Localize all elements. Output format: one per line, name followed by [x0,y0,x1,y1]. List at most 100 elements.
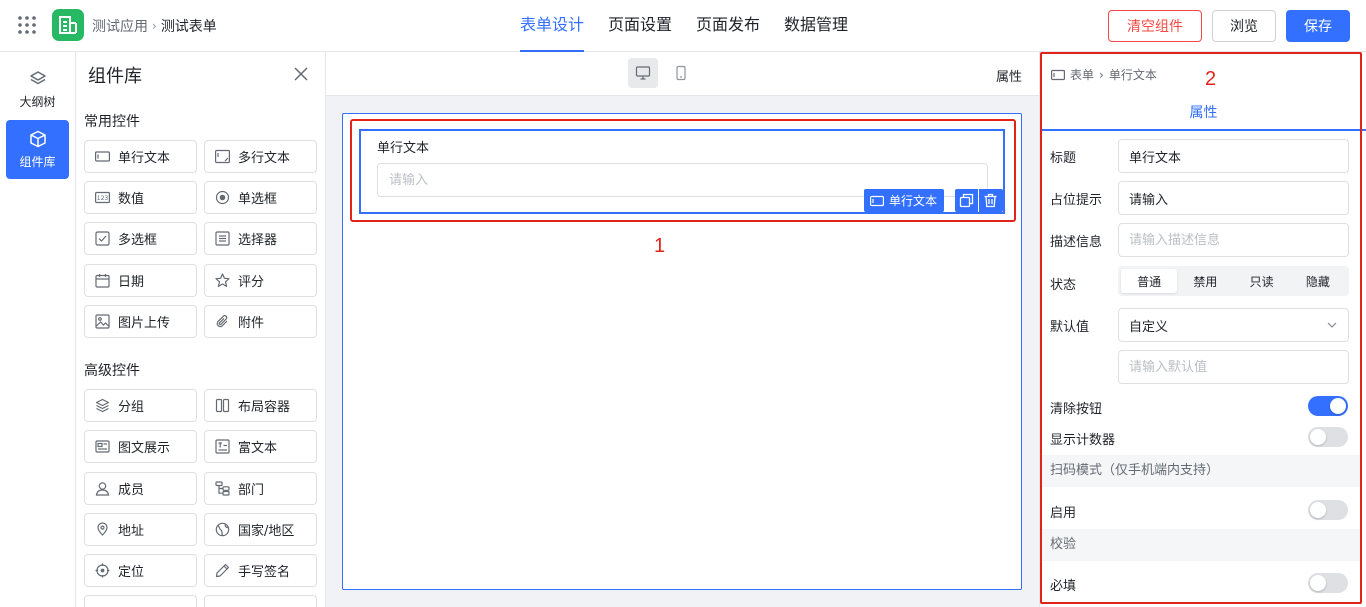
desktop-view-button[interactable] [628,58,658,88]
common-controls-title: 常用控件 [84,114,140,130]
component-image-text[interactable]: 图文展示 [84,430,197,463]
component-member[interactable]: 成员 [84,472,197,505]
status-segmented-control: 普通 禁用 只读 隐藏 [1118,266,1349,296]
tab-properties[interactable]: 属性 [1040,96,1366,131]
component-layout-container[interactable]: 布局容器 [204,389,317,422]
properties-panel: 表单 › 单行文本 2 属性 标题 占位提示 描述信息 状态 普通 禁用 只读 … [1039,52,1366,607]
clear-components-button[interactable]: 清空组件 [1108,10,1202,42]
trash-icon [979,193,1003,208]
component-number[interactable]: 123 数值 [84,181,197,214]
component-checkbox[interactable]: 多选框 [84,222,197,255]
annotation-number-2: 2 [1205,68,1217,90]
status-option-readonly[interactable]: 只读 [1234,269,1290,293]
mobile-view-button[interactable] [666,58,696,88]
app-grid-icon[interactable] [17,15,37,35]
library-title: 组件库 [88,66,142,87]
default-value-label: 默认值 [1050,320,1090,335]
component-partial-row[interactable] [204,595,317,607]
form-app-logo-icon [52,9,84,41]
toggle-knob [1310,575,1326,591]
chevron-down-icon [1326,319,1338,331]
rail-library-label: 组件库 [19,154,56,169]
component-image-upload[interactable]: 图片上传 [84,305,197,338]
breadcrumb-page: 测试表单 [160,19,217,35]
user-icon [95,481,110,496]
clear-button-toggle[interactable] [1308,396,1348,416]
default-mode-select[interactable]: 自定义 [1118,308,1349,342]
component-rating[interactable]: 评分 [204,264,317,297]
number-icon: 123 [95,190,110,205]
component-handwritten-signature[interactable]: 手写签名 [204,554,317,587]
form-icon [1051,69,1065,81]
required-toggle[interactable] [1308,573,1348,593]
counter-label: 显示计数器 [1050,433,1116,448]
chevron-right-icon: › [152,19,157,33]
svg-text:123: 123 [97,195,109,202]
component-multi-line-text[interactable]: 多行文本 [204,140,317,173]
component-address[interactable]: 地址 [84,513,197,546]
canvas-toolbar: 属性 [326,52,1039,96]
rail-outline-tree[interactable]: 大纲树 [6,60,69,119]
main-nav: 表单设计 页面设置 页面发布 数据管理 [520,0,848,52]
monitor-icon [628,65,658,81]
properties-breadcrumb-root[interactable]: 表单 [1070,66,1094,83]
component-library-panel: 组件库 常用控件 单行文本 多行文本 123 数值 单选框 多选框 选择器 日期… [76,52,326,607]
status-label: 状态 [1050,278,1077,293]
component-country-region[interactable]: 国家/地区 [204,513,317,546]
breadcrumb: 测试应用 › 测试表单 [92,16,217,36]
default-mode-value: 自定义 [1129,319,1169,335]
save-button[interactable]: 保存 [1286,10,1350,42]
component-date[interactable]: 日期 [84,264,197,297]
annotation-number-1: 1 [654,235,666,257]
paperclip-icon [215,314,230,329]
component-attachment[interactable]: 附件 [204,305,317,338]
default-value-input[interactable] [1118,350,1349,384]
field-type-label: 单行文本 [889,194,938,208]
close-icon[interactable] [293,66,309,82]
star-icon [215,273,230,288]
status-option-hidden[interactable]: 隐藏 [1290,269,1346,293]
component-partial-row[interactable] [84,595,197,607]
nav-data-management[interactable]: 数据管理 [784,0,848,52]
rail-component-library[interactable]: 组件库 [6,120,69,179]
nav-page-publish[interactable]: 页面发布 [696,0,760,52]
scan-mode-section: 扫码模式（仅手机端内支持） [1040,455,1361,487]
status-option-disabled[interactable]: 禁用 [1177,269,1233,293]
delete-field-button[interactable] [979,189,1003,212]
single-line-text-icon [95,149,110,164]
properties-breadcrumb: 表单 › 单行文本 [1051,66,1157,83]
status-option-normal[interactable]: 普通 [1121,269,1178,293]
single-line-text-icon [870,195,884,207]
component-select[interactable]: 选择器 [204,222,317,255]
component-department[interactable]: 部门 [204,472,317,505]
properties-tabs: 属性 [1040,96,1366,131]
cube-icon [29,130,47,148]
calendar-icon [95,273,110,288]
signature-icon [215,563,230,578]
clear-button-label: 清除按钮 [1050,402,1103,417]
component-single-line-text[interactable]: 单行文本 [84,140,197,173]
title-input[interactable] [1118,139,1349,173]
component-rich-text[interactable]: 富文本 [204,430,317,463]
nav-form-design[interactable]: 表单设计 [520,0,585,52]
validation-section: 校验 [1040,529,1361,561]
breadcrumb-app[interactable]: 测试应用 [92,16,148,36]
card-icon [95,439,110,454]
preview-button[interactable]: 浏览 [1212,10,1276,42]
nav-page-settings[interactable]: 页面设置 [608,0,672,52]
top-header: 测试应用 › 测试表单 表单设计 页面设置 页面发布 数据管理 清空组件 浏览 … [0,0,1366,52]
scan-enable-toggle[interactable] [1308,500,1348,520]
canvas-properties-toggle[interactable]: 属性 [996,66,1022,85]
placeholder-input[interactable] [1118,181,1349,215]
layers-icon [95,398,110,413]
description-input[interactable] [1118,223,1349,257]
checkbox-icon [95,231,110,246]
image-icon [95,314,110,329]
counter-toggle[interactable] [1308,427,1348,447]
copy-field-button[interactable] [955,189,978,212]
layers-icon [29,70,47,88]
component-location[interactable]: 定位 [84,554,197,587]
component-radio[interactable]: 单选框 [204,181,317,214]
placeholder-label: 占位提示 [1050,193,1103,208]
component-group[interactable]: 分组 [84,389,197,422]
